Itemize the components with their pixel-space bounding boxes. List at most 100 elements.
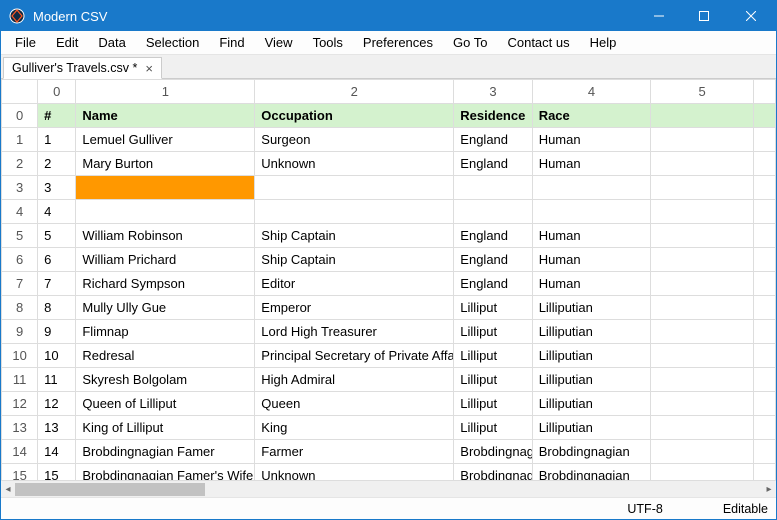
row-header[interactable]: 15 (2, 464, 38, 481)
cell[interactable]: Skyresh Bolgolam (76, 368, 255, 392)
cell[interactable]: Lilliputian (532, 344, 651, 368)
cell[interactable] (651, 440, 754, 464)
cell[interactable] (651, 392, 754, 416)
cell[interactable] (753, 176, 775, 200)
row-header[interactable]: 4 (2, 200, 38, 224)
cell[interactable]: Queen of Lilliput (76, 392, 255, 416)
cell[interactable] (753, 224, 775, 248)
cell[interactable] (454, 200, 532, 224)
cell[interactable]: Brobdingnag (454, 464, 532, 481)
row-header[interactable]: 2 (2, 152, 38, 176)
cell[interactable]: King (255, 416, 454, 440)
cell[interactable]: Unknown (255, 152, 454, 176)
cell[interactable]: 13 (38, 416, 76, 440)
cell[interactable]: Human (532, 128, 651, 152)
cell[interactable]: Lilliput (454, 416, 532, 440)
cell[interactable]: Name (76, 104, 255, 128)
cell[interactable]: 10 (38, 344, 76, 368)
cell[interactable]: Ship Captain (255, 224, 454, 248)
cell[interactable] (651, 200, 754, 224)
row-header[interactable]: 10 (2, 344, 38, 368)
cell[interactable]: 15 (38, 464, 76, 481)
cell[interactable]: # (38, 104, 76, 128)
cell[interactable]: Surgeon (255, 128, 454, 152)
row-header[interactable]: 1 (2, 128, 38, 152)
cell[interactable]: Flimnap (76, 320, 255, 344)
cell[interactable]: England (454, 248, 532, 272)
cell[interactable] (651, 224, 754, 248)
menu-preferences[interactable]: Preferences (353, 32, 443, 53)
col-header[interactable]: 4 (532, 80, 651, 104)
cell[interactable] (532, 200, 651, 224)
cell[interactable]: England (454, 224, 532, 248)
cell[interactable]: Residence (454, 104, 532, 128)
cell[interactable]: Lilliputian (532, 416, 651, 440)
cell[interactable]: Human (532, 248, 651, 272)
cell[interactable] (651, 296, 754, 320)
row-header[interactable]: 12 (2, 392, 38, 416)
cell[interactable]: Lilliput (454, 296, 532, 320)
cell[interactable]: 9 (38, 320, 76, 344)
cell[interactable] (651, 176, 754, 200)
scroll-right-icon[interactable]: ▸ (762, 481, 776, 497)
status-mode[interactable]: Editable (723, 502, 768, 516)
cell[interactable]: Mary Burton (76, 152, 255, 176)
scroll-left-icon[interactable]: ◂ (1, 481, 15, 497)
titlebar[interactable]: Modern CSV (1, 1, 776, 31)
menu-tools[interactable]: Tools (303, 32, 353, 53)
cell[interactable]: 7 (38, 272, 76, 296)
cell[interactable]: Unknown (255, 464, 454, 481)
close-icon[interactable]: × (145, 62, 153, 75)
cell[interactable]: Lilliput (454, 344, 532, 368)
row-header[interactable]: 5 (2, 224, 38, 248)
cell[interactable] (255, 200, 454, 224)
horizontal-scrollbar[interactable]: ◂ ▸ (1, 480, 776, 497)
row-header[interactable]: 7 (2, 272, 38, 296)
cell[interactable]: 5 (38, 224, 76, 248)
cell[interactable]: England (454, 272, 532, 296)
cell[interactable] (651, 128, 754, 152)
cell[interactable] (753, 344, 775, 368)
cell[interactable]: Brobdingnag (454, 440, 532, 464)
menu-selection[interactable]: Selection (136, 32, 209, 53)
cell[interactable] (651, 272, 754, 296)
status-encoding[interactable]: UTF-8 (627, 502, 662, 516)
cell[interactable]: William Robinson (76, 224, 255, 248)
col-header[interactable]: 2 (255, 80, 454, 104)
cell[interactable]: High Admiral (255, 368, 454, 392)
cell[interactable]: Richard Sympson (76, 272, 255, 296)
cell[interactable]: 8 (38, 296, 76, 320)
cell[interactable]: Lilliput (454, 320, 532, 344)
cell[interactable] (76, 200, 255, 224)
row-header[interactable]: 0 (2, 104, 38, 128)
cell[interactable]: 4 (38, 200, 76, 224)
cell[interactable] (454, 176, 532, 200)
cell[interactable] (753, 392, 775, 416)
corner-cell[interactable] (2, 80, 38, 104)
cell[interactable] (651, 368, 754, 392)
cell[interactable]: Farmer (255, 440, 454, 464)
cell[interactable]: Lemuel Gulliver (76, 128, 255, 152)
row-header[interactable]: 9 (2, 320, 38, 344)
menu-view[interactable]: View (255, 32, 303, 53)
cell[interactable]: 11 (38, 368, 76, 392)
cell[interactable] (753, 272, 775, 296)
menu-contact-us[interactable]: Contact us (497, 32, 579, 53)
cell[interactable]: Lilliputian (532, 296, 651, 320)
cell[interactable] (753, 440, 775, 464)
cell[interactable]: England (454, 128, 532, 152)
cell[interactable] (753, 296, 775, 320)
col-header[interactable]: 0 (38, 80, 76, 104)
spreadsheet-grid[interactable]: 012345 0#NameOccupationResidenceRace11Le… (1, 79, 776, 480)
cell[interactable]: England (454, 152, 532, 176)
row-header[interactable]: 14 (2, 440, 38, 464)
row-header[interactable]: 3 (2, 176, 38, 200)
col-header[interactable]: 1 (76, 80, 255, 104)
cell[interactable]: Editor (255, 272, 454, 296)
cell[interactable]: Human (532, 272, 651, 296)
cell[interactable] (753, 104, 775, 128)
cell[interactable] (651, 152, 754, 176)
cell[interactable] (753, 320, 775, 344)
cell[interactable] (651, 344, 754, 368)
cell[interactable]: Mully Ully Gue (76, 296, 255, 320)
